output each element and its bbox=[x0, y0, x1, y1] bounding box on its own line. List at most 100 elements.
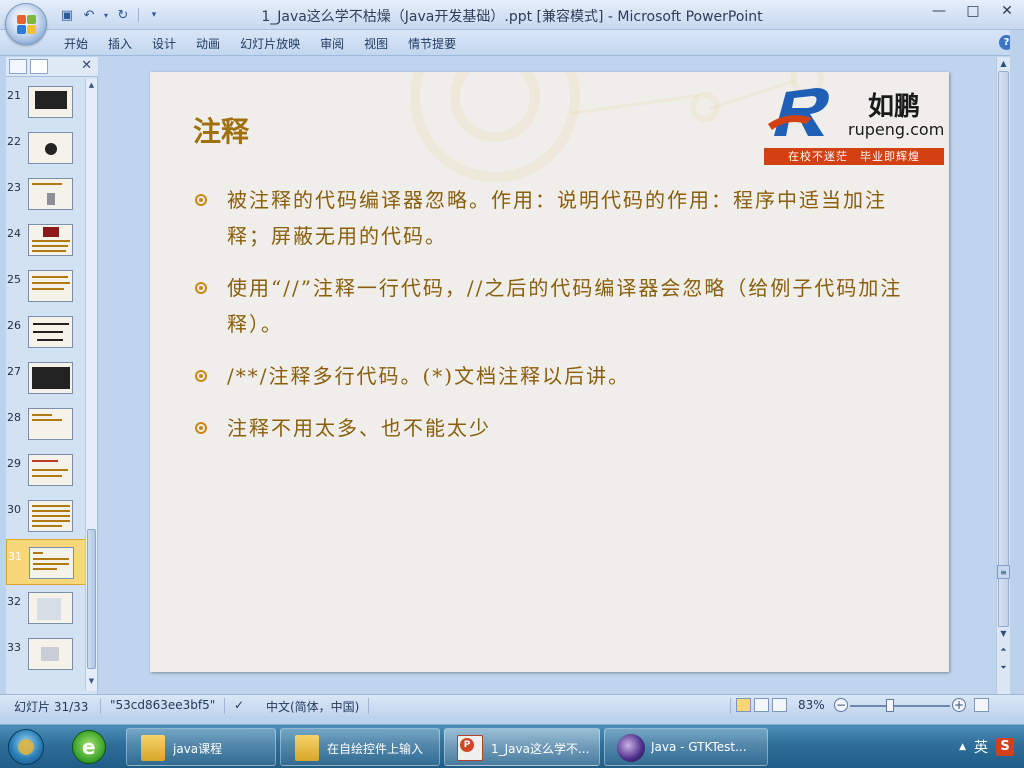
browser-pinned-icon[interactable]: e bbox=[72, 730, 106, 764]
office-button[interactable] bbox=[5, 3, 47, 45]
thumb-preview bbox=[28, 638, 73, 670]
thumb-preview bbox=[28, 224, 73, 256]
zoom-in-icon[interactable]: + bbox=[952, 698, 966, 712]
scrollbar-track bbox=[998, 71, 1009, 627]
slides-tab-icon[interactable] bbox=[9, 59, 27, 74]
close-button[interactable]: ✕ bbox=[990, 0, 1024, 22]
thumb-preview bbox=[29, 547, 74, 579]
thumb-preview bbox=[28, 178, 73, 210]
slide-thumbnail-22[interactable]: 22 bbox=[6, 125, 86, 171]
input-method-s-icon[interactable]: S bbox=[996, 738, 1014, 756]
bullet-item: 使用“//”注释一行代码，//之后的代码编译器会忽略（给例子代码加注释）。 bbox=[195, 270, 915, 342]
bullet-list[interactable]: 被注释的代码编译器忽略。作用：说明代码的作用：程序中适当加注释；屏蔽无用的代码。… bbox=[195, 182, 915, 462]
slide-thumbnail-23[interactable]: 23 bbox=[6, 171, 86, 217]
language-indicator[interactable]: 中文(简体，中国) bbox=[266, 698, 359, 715]
thumb-number: 26 bbox=[7, 319, 21, 332]
rupeng-logo-icon bbox=[768, 88, 829, 136]
slide-scrollbar[interactable]: ▲ ≡ ▼ ⏶ ⏷ bbox=[996, 57, 1010, 694]
tab-storyboard[interactable]: 情节提要 bbox=[398, 34, 466, 54]
thumb-preview bbox=[28, 362, 73, 394]
slide-thumbnail-21[interactable]: 21 bbox=[6, 79, 86, 125]
ribbon: 开始 插入 设计 动画 幻灯片放映 审阅 视图 情节提要 ? bbox=[0, 30, 1024, 56]
scrollbar-thumb[interactable]: ≡ bbox=[997, 565, 1010, 579]
show-hidden-icons-icon[interactable]: ▲ bbox=[959, 742, 966, 752]
start-button[interactable] bbox=[8, 729, 44, 765]
bullet-text: 注释不用太多、也不能太少 bbox=[227, 416, 491, 440]
thumb-number: 27 bbox=[7, 365, 21, 378]
system-tray: ▲ 英 S bbox=[959, 737, 1014, 757]
ribbon-tabs: 开始 插入 设计 动画 幻灯片放映 审阅 视图 情节提要 bbox=[54, 34, 466, 54]
taskbar-item-label: Java - GTKTest... bbox=[651, 740, 747, 754]
slide-thumbnail-27[interactable]: 27 bbox=[6, 355, 86, 401]
thumb-preview bbox=[28, 316, 73, 348]
thumb-number: 32 bbox=[7, 595, 21, 608]
scroll-up-icon[interactable]: ▲ bbox=[86, 81, 97, 92]
tab-slideshow[interactable]: 幻灯片放映 bbox=[230, 34, 310, 54]
next-slide-icon[interactable]: ⏷ bbox=[997, 661, 1010, 675]
tab-design[interactable]: 设计 bbox=[142, 34, 186, 54]
scroll-up-icon[interactable]: ▲ bbox=[997, 57, 1010, 71]
thumb-preview bbox=[28, 408, 73, 440]
thumb-preview bbox=[28, 592, 73, 624]
taskbar-item-powerpoint[interactable]: P 1_Java这么学不... bbox=[444, 728, 600, 766]
spell-check-icon[interactable]: ✓ bbox=[234, 698, 244, 712]
status-separator bbox=[368, 698, 369, 714]
zoom-level[interactable]: 83% bbox=[798, 698, 825, 712]
background-decoration bbox=[569, 93, 699, 115]
folder-icon bbox=[141, 735, 165, 761]
maximize-button[interactable]: □ bbox=[956, 0, 990, 22]
thumbnail-scrollbar[interactable]: ▲ ▼ bbox=[85, 79, 97, 691]
status-separator bbox=[224, 698, 225, 714]
tab-animations[interactable]: 动画 bbox=[186, 34, 230, 54]
taskbar-item-label: 在自绘控件上输入 bbox=[327, 742, 424, 756]
slide-thumbnail-32[interactable]: 32 bbox=[6, 585, 86, 631]
slide-thumbnail-31[interactable]: 31 bbox=[6, 539, 86, 585]
taskbar-item-folder[interactable]: 在自绘控件上输入 bbox=[280, 728, 440, 766]
bullet-text: 使用“//”注释一行代码，//之后的代码编译器会忽略（给例子代码加注释）。 bbox=[227, 276, 903, 336]
slide-thumbnail-25[interactable]: 25 bbox=[6, 263, 86, 309]
taskbar: e java课程 在自绘控件上输入 P 1_Java这么学不... Java -… bbox=[0, 724, 1024, 768]
scroll-down-icon[interactable]: ▼ bbox=[86, 677, 97, 688]
thumb-preview bbox=[28, 86, 73, 118]
slide-thumbnail-24[interactable]: 24 bbox=[6, 217, 86, 263]
slide-canvas[interactable]: 注释 如鹏 rupeng.com 在校不迷茫 毕业即辉煌 被注释的代码编译器忽略… bbox=[150, 72, 949, 672]
thumb-number: 24 bbox=[7, 227, 21, 240]
zoom-slider-knob[interactable] bbox=[886, 699, 894, 712]
tab-insert[interactable]: 插入 bbox=[98, 34, 142, 54]
normal-view-icon[interactable] bbox=[736, 698, 751, 712]
close-panel-icon[interactable]: ✕ bbox=[81, 58, 92, 73]
bullet-marker-icon bbox=[195, 422, 207, 434]
slide-title[interactable]: 注释 bbox=[193, 110, 249, 150]
taskbar-item-eclipse[interactable]: Java - GTKTest... bbox=[604, 728, 768, 766]
thumb-number: 23 bbox=[7, 181, 21, 194]
scrollbar-thumb[interactable] bbox=[87, 529, 96, 669]
slides-panel: ✕ 21 22 23 24 25 26 27 28 29 30 31 32 33… bbox=[6, 57, 98, 694]
powerpoint-icon: P bbox=[457, 735, 483, 761]
fit-to-window-icon[interactable] bbox=[974, 698, 989, 712]
scroll-down-icon[interactable]: ▼ bbox=[997, 627, 1010, 641]
slide-sorter-view-icon[interactable] bbox=[754, 698, 769, 712]
zoom-slider[interactable] bbox=[850, 705, 950, 707]
tab-view[interactable]: 视图 bbox=[354, 34, 398, 54]
previous-slide-icon[interactable]: ⏶ bbox=[997, 643, 1010, 657]
bullet-text: 被注释的代码编译器忽略。作用：说明代码的作用：程序中适当加注释；屏蔽无用的代码。 bbox=[227, 188, 887, 248]
status-bar: 幻灯片 31/33 "53cd863ee3bf5" ✓ 中文(简体，中国) 83… bbox=[0, 694, 1024, 716]
zoom-out-icon[interactable]: − bbox=[834, 698, 848, 712]
tab-review[interactable]: 审阅 bbox=[310, 34, 354, 54]
outline-tab-icon[interactable] bbox=[30, 59, 48, 74]
window-title: 1_Java这么学不枯燥（Java开发基础）.ppt [兼容模式] - Micr… bbox=[261, 9, 763, 25]
tab-home[interactable]: 开始 bbox=[54, 34, 98, 54]
slideshow-view-icon[interactable] bbox=[772, 698, 787, 712]
taskbar-item-label: 1_Java这么学不... bbox=[491, 742, 590, 756]
taskbar-item-java-course[interactable]: java课程 bbox=[126, 728, 276, 766]
input-language-indicator[interactable]: 英 bbox=[974, 737, 988, 757]
thumb-number: 21 bbox=[7, 89, 21, 102]
minimize-button[interactable]: — bbox=[922, 0, 956, 22]
slide-thumbnail-29[interactable]: 29 bbox=[6, 447, 86, 493]
slide-thumbnail-26[interactable]: 26 bbox=[6, 309, 86, 355]
bullet-marker-icon bbox=[195, 282, 207, 294]
slide-thumbnail-30[interactable]: 30 bbox=[6, 493, 86, 539]
status-separator bbox=[100, 698, 101, 714]
slide-thumbnail-33[interactable]: 33 bbox=[6, 631, 86, 677]
slide-thumbnail-28[interactable]: 28 bbox=[6, 401, 86, 447]
